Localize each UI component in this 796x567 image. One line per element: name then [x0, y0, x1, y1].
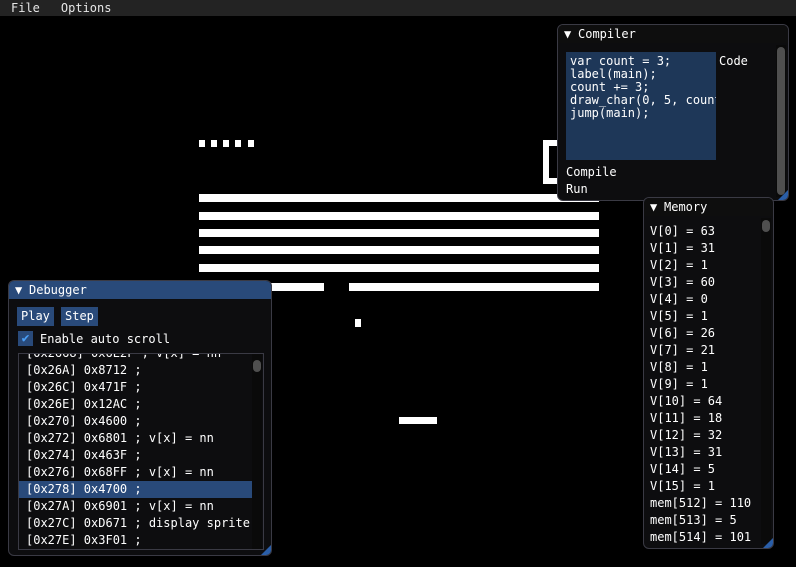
memory-entry: V[8] = 1 [650, 360, 708, 374]
memory-entry: V[2] = 1 [650, 258, 708, 272]
debugger-scrollbar[interactable] [252, 354, 262, 549]
memory-entry: V[13] = 31 [650, 445, 723, 459]
paddle [399, 417, 437, 424]
step-button[interactable]: Step [61, 307, 98, 326]
list-item[interactable]: [0x272] 0x6801 ; v[x] = nn [19, 430, 253, 447]
memory-title: Memory [664, 200, 708, 214]
memory-entry: V[10] = 64 [650, 394, 723, 408]
score-pixel [211, 140, 217, 147]
memory-entry: V[6] = 26 [650, 326, 716, 340]
memory-entry: V[5] = 1 [650, 309, 708, 323]
list-item[interactable]: [0x27A] 0x6901 ; v[x] = nn [19, 498, 253, 515]
list-item[interactable]: [0x26C] 0x471F ; [19, 379, 253, 396]
brick-row [349, 283, 599, 291]
list-item[interactable]: [0x26E] 0x12AC ; [19, 396, 253, 413]
brick-row [199, 264, 599, 272]
memory-scrollbar[interactable] [761, 218, 771, 544]
memory-title-bar[interactable]: ▼ Memory [644, 198, 773, 216]
memory-scroll-thumb[interactable] [762, 220, 770, 232]
list-item[interactable]: [0x27C] 0xD671 ; display sprite [19, 515, 253, 532]
memory-entry: V[3] = 60 [650, 275, 716, 289]
code-line: jump(main); [570, 106, 650, 120]
brick-row [199, 246, 599, 254]
memory-entry: mem[513] = 5 [650, 513, 737, 527]
memory-entry: V[7] = 21 [650, 343, 716, 357]
memory-entry: V[1] = 31 [650, 241, 716, 255]
memory-entry: V[4] = 0 [650, 292, 708, 306]
code-label: Code [719, 54, 748, 68]
brick-row [270, 283, 324, 291]
memory-entry: V[14] = 5 [650, 462, 716, 476]
code-editor[interactable]: var count = 3; label(main); count += 3; dra… [566, 52, 716, 160]
debugger-resize-grip[interactable] [261, 545, 271, 555]
brick-row [199, 212, 599, 220]
compiler-scroll-thumb[interactable] [777, 47, 785, 195]
list-item[interactable]: [0x27E] 0x3F01 ; [19, 532, 253, 549]
autoscroll-checkbox[interactable]: ✔ [18, 331, 33, 346]
menu-file[interactable]: File [0, 0, 50, 16]
play-button[interactable]: Play [17, 307, 54, 326]
compiler-scrollbar[interactable] [776, 45, 786, 197]
list-item[interactable]: [0x26A] 0x8712 ; [19, 362, 253, 379]
compiler-title-bar[interactable]: ▼ Compiler [558, 25, 788, 43]
ball [355, 319, 361, 327]
memory-resize-grip[interactable] [763, 538, 773, 548]
memory-entry: mem[514] = 101 [650, 530, 752, 544]
menu-bar: File Options [0, 0, 796, 16]
score-pixel [235, 140, 241, 147]
list-item[interactable]: [0x274] 0x463F ; [19, 447, 253, 464]
compiler-window: ▼ Compiler var count = 3; label(main); coun… [557, 24, 789, 201]
memory-window: ▼ Memory V[0] = 63 V[1] = 31 V[2] = 1 V[3] =… [643, 197, 774, 549]
autoscroll-label: Enable auto scroll [40, 332, 171, 346]
score-pixel [223, 140, 229, 147]
memory-entry: V[9] = 1 [650, 377, 708, 391]
memory-list: V[0] = 63 V[1] = 31 V[2] = 1 V[3] = 60 V[4] … [650, 223, 751, 546]
brick-row [199, 194, 599, 202]
memory-entry: V[11] = 18 [650, 411, 723, 425]
debugger-window: ▼ Debugger Play Step ✔ Enable auto scroll… [8, 280, 272, 556]
collapse-triangle-icon[interactable]: ▼ [15, 281, 29, 299]
brick-row [199, 229, 599, 237]
score-pixel [199, 140, 205, 147]
memory-entry: V[0] = 63 [650, 224, 716, 238]
memory-entry: mem[512] = 110 [650, 496, 752, 510]
run-button[interactable]: Run [566, 182, 588, 196]
list-item[interactable]: [0x276] 0x68FF ; v[x] = nn [19, 464, 253, 481]
debugger-title-bar[interactable]: ▼ Debugger [9, 281, 271, 299]
debugger-title: Debugger [29, 283, 87, 297]
memory-entry: V[15] = 1 [650, 479, 716, 493]
collapse-triangle-icon[interactable]: ▼ [650, 198, 664, 216]
memory-entry: V[12] = 32 [650, 428, 723, 442]
list-item[interactable]: [0x270] 0x4600 ; [19, 413, 253, 430]
compiler-resize-grip[interactable] [778, 190, 788, 200]
compile-button[interactable]: Compile [566, 165, 617, 179]
menu-options[interactable]: Options [50, 0, 122, 16]
list-item[interactable]: [0x278] 0x4700 ; [19, 481, 253, 498]
collapse-triangle-icon[interactable]: ▼ [564, 25, 578, 43]
list-item-partial[interactable]: [0x2668] 0x6E2F ; v[x] = nn [19, 354, 253, 362]
compiler-title: Compiler [578, 27, 636, 41]
disassembly-list[interactable]: [0x2668] 0x6E2F ; v[x] = nn [0x26A] 0x87… [18, 353, 264, 550]
score-pixel [248, 140, 254, 147]
checkmark-icon: ✔ [21, 331, 30, 346]
debugger-scroll-thumb[interactable] [253, 360, 261, 372]
